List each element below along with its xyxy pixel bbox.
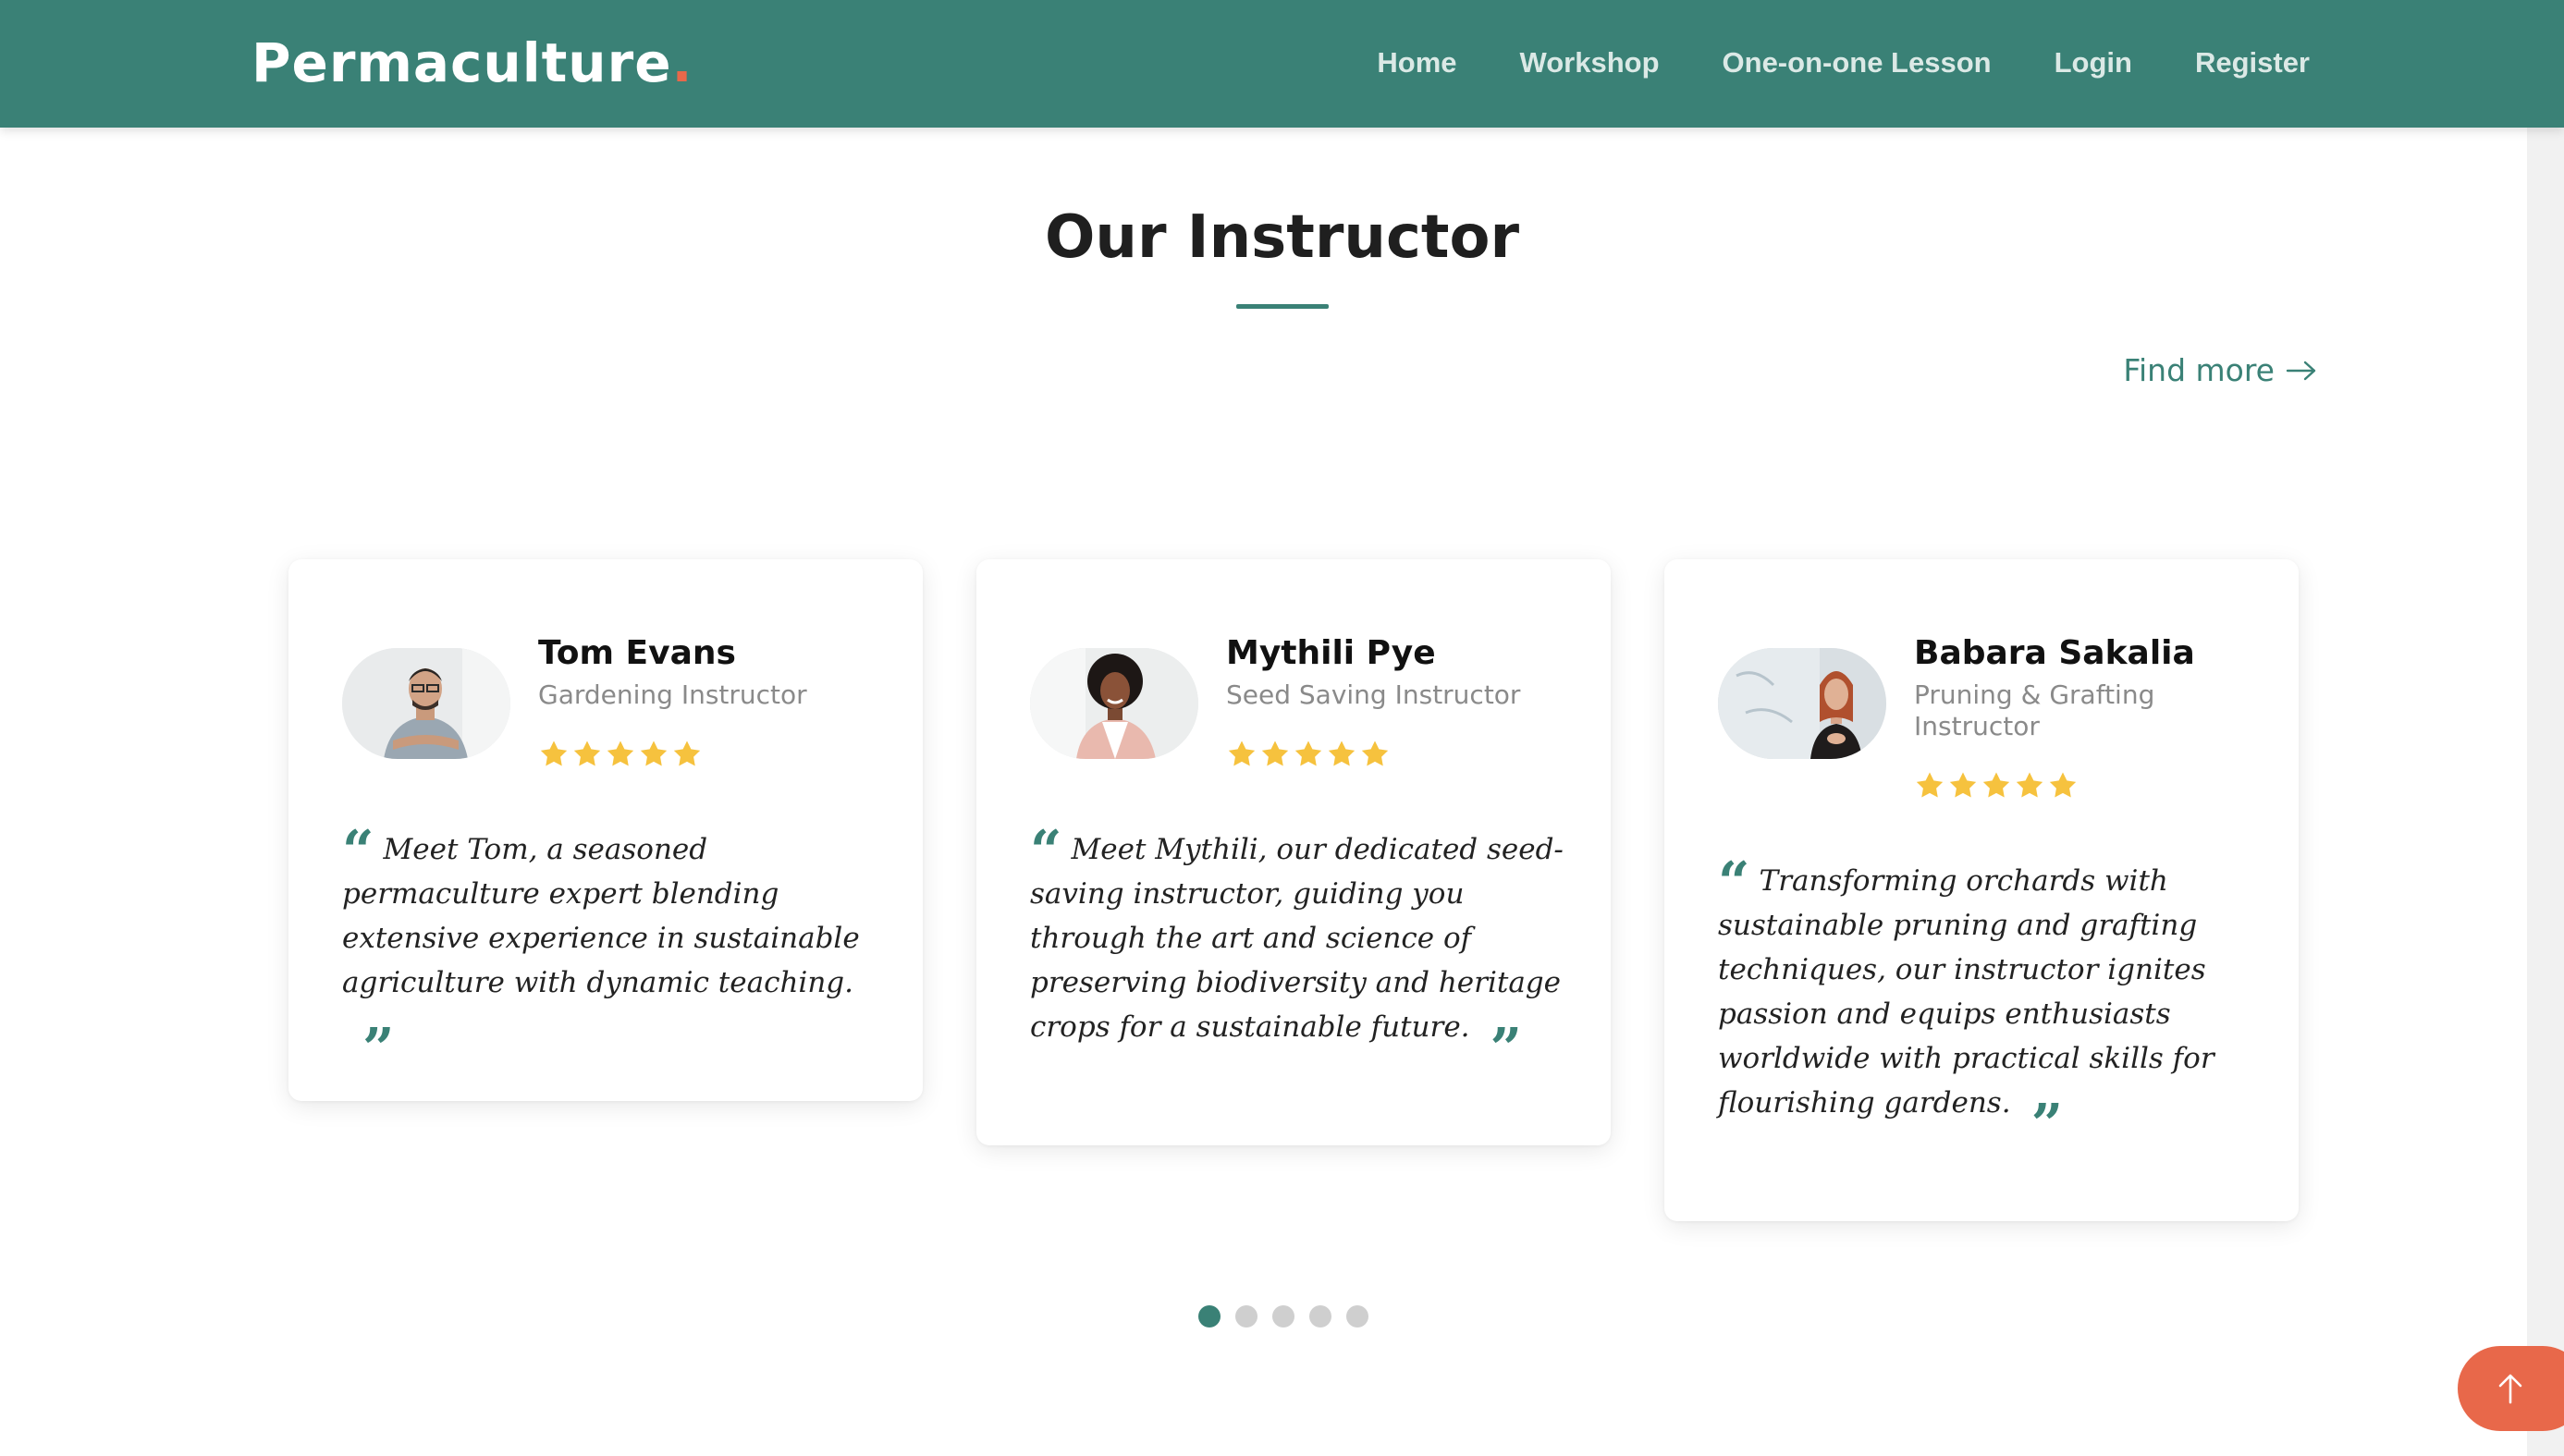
instructor-name: Tom Evans <box>538 634 736 672</box>
title-underline <box>1236 304 1329 309</box>
avatar <box>1718 648 1886 759</box>
logo-dot: . <box>671 31 693 94</box>
instructor-role: Pruning & Grafting Instructor <box>1914 679 2155 741</box>
instructor-photo <box>1030 648 1198 759</box>
carousel-dot[interactable] <box>1198 1305 1221 1328</box>
star-icon <box>640 740 668 766</box>
carousel-dot[interactable] <box>1235 1305 1257 1328</box>
star-icon <box>1261 740 1289 766</box>
logo-text: Permaculture <box>251 31 672 94</box>
nav-login[interactable]: Login <box>2055 41 2132 85</box>
quote-open-icon: “ <box>1718 850 1750 915</box>
nav-home[interactable]: Home <box>1377 41 1456 85</box>
arrow-right-icon <box>2286 361 2316 381</box>
star-icon <box>1361 740 1389 766</box>
instructor-role: Seed Saving Instructor <box>1226 679 1521 710</box>
instructor-name: Babara Sakalia <box>1914 634 2195 672</box>
star-icon <box>540 740 568 766</box>
star-icon <box>2016 772 2043 798</box>
instructor-photo <box>342 648 510 759</box>
avatar <box>342 648 510 759</box>
arrow-up-icon <box>2498 1374 2522 1404</box>
instructor-card: Mythili Pye Seed Saving Instructor “Meet… <box>976 559 1611 1145</box>
avatar <box>1030 648 1198 759</box>
carousel-dot[interactable] <box>1346 1305 1368 1328</box>
quote-open-icon: “ <box>342 819 374 884</box>
instructor-photo <box>1718 648 1886 759</box>
carousel-pagination <box>1198 1305 1368 1328</box>
section-title: Our Instructor <box>1044 203 1520 272</box>
quote-text: Meet Tom, a seasoned permaculture expert… <box>342 833 860 999</box>
nav-register[interactable]: Register <box>2195 41 2310 85</box>
star-icon <box>2049 772 2077 798</box>
nav-one-on-one-lesson[interactable]: One-on-one Lesson <box>1723 41 1992 85</box>
quote-close-icon: ” <box>2030 1093 2064 1157</box>
find-more-link[interactable]: Find more <box>2123 348 2317 394</box>
star-icon <box>1949 772 1977 798</box>
instructor-name: Mythili Pye <box>1226 634 1436 672</box>
star-icon <box>673 740 701 766</box>
find-more-label: Find more <box>2123 352 2275 388</box>
rating-stars <box>538 739 703 770</box>
star-icon <box>1916 772 1944 798</box>
page: Permaculture. Home Workshop One-on-one L… <box>0 0 2564 1456</box>
site-logo[interactable]: Permaculture. <box>251 28 693 98</box>
rating-stars <box>1226 739 1391 770</box>
star-icon <box>1328 740 1356 766</box>
star-icon <box>607 740 634 766</box>
carousel-dot[interactable] <box>1272 1305 1294 1328</box>
quote-text: Meet Mythili, our dedicated seed-saving … <box>1030 833 1564 1044</box>
main-nav: Home Workshop One-on-one Lesson Login Re… <box>1377 41 2310 85</box>
site-header: Permaculture. Home Workshop One-on-one L… <box>0 0 2564 128</box>
rating-stars <box>1914 770 2079 801</box>
nav-workshop[interactable]: Workshop <box>1520 41 1660 85</box>
star-icon <box>573 740 601 766</box>
instructor-quote: “Transforming orchards with sustainable … <box>1718 850 2254 1157</box>
instructor-role: Gardening Instructor <box>538 679 807 710</box>
quote-text: Transforming orchards with sustainable p… <box>1718 864 2214 1120</box>
carousel-dot[interactable] <box>1309 1305 1331 1328</box>
instructor-card: Babara Sakalia Pruning & Grafting Instru… <box>1664 559 2299 1221</box>
quote-close-icon: ” <box>362 1017 395 1082</box>
quote-close-icon: ” <box>1490 1017 1523 1082</box>
instructor-quote: “Meet Tom, a seasoned permaculture exper… <box>342 819 878 1082</box>
star-icon <box>1228 740 1256 766</box>
quote-open-icon: “ <box>1030 819 1062 884</box>
star-icon <box>1294 740 1322 766</box>
star-icon <box>1982 772 2010 798</box>
back-to-top-button[interactable] <box>2458 1346 2564 1431</box>
instructor-quote: “Meet Mythili, our dedicated seed-saving… <box>1030 819 1566 1082</box>
instructor-card: Tom Evans Gardening Instructor “Meet Tom… <box>288 559 923 1101</box>
